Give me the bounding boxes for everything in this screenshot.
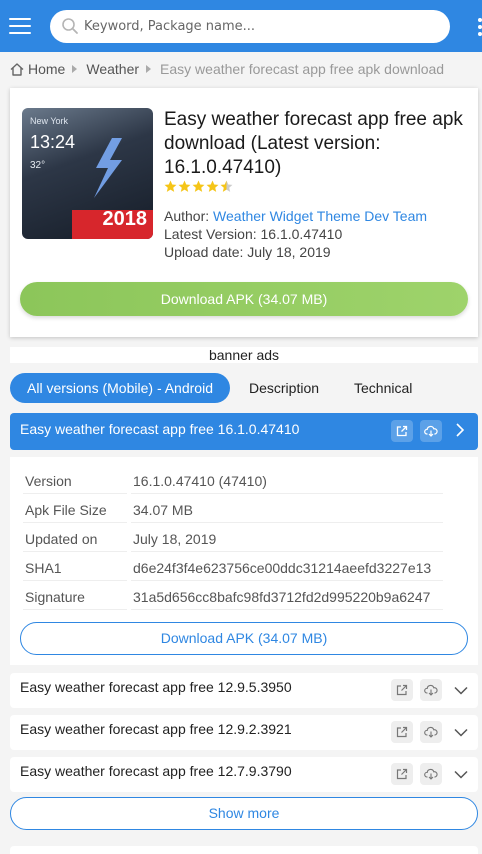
top-bar — [0, 0, 482, 52]
tab-description[interactable]: Description — [249, 373, 319, 403]
version-item-title: Easy weather forecast app free 12.9.2.39… — [20, 721, 292, 737]
breadcrumb-home[interactable]: Home — [28, 61, 65, 77]
current-version-title: Easy weather forecast app free 16.1.0.47… — [20, 421, 300, 437]
divider — [131, 609, 443, 610]
detail-row: Signature 31a5d656cc8bafc98fd3712fd2d9952… — [23, 581, 443, 610]
tab-all-versions[interactable]: All versions (Mobile) - Android — [10, 373, 230, 403]
download-apk-button[interactable]: Download APK (34.07 MB) — [20, 282, 468, 316]
search-input[interactable] — [84, 14, 439, 39]
breadcrumb-current: Easy weather forecast app free apk downl… — [160, 61, 445, 77]
app-icon-year: 2018 — [102, 208, 148, 230]
divider — [23, 609, 127, 610]
current-version-header[interactable]: Easy weather forecast app free 16.1.0.47… — [10, 413, 478, 450]
star-icon — [206, 180, 219, 192]
version-item-title: Easy weather forecast app free 12.9.5.39… — [20, 679, 292, 695]
external-link-icon[interactable] — [391, 721, 413, 743]
lightning-icon — [94, 138, 122, 198]
author-link[interactable]: Weather Widget Theme Dev Team — [213, 208, 427, 224]
detail-row: SHA1 d6e24f3f4e623756ce00ddc31214aeefd322… — [23, 552, 443, 581]
cloud-download-icon[interactable] — [420, 763, 442, 785]
star-icon — [192, 180, 205, 192]
chevron-right-icon[interactable] — [455, 423, 465, 437]
star-icon — [220, 180, 233, 192]
detail-key: Apk File Size — [25, 502, 107, 518]
app-title: Easy weather forecast app free apk downl… — [164, 109, 463, 178]
app-icon-temp: 32° — [30, 160, 46, 171]
breadcrumb-separator — [72, 65, 78, 73]
app-card: New York 13:24 32° 2018 Easy weather for… — [10, 88, 478, 337]
chevron-down-icon[interactable] — [454, 686, 468, 695]
chevron-down-icon[interactable] — [454, 770, 468, 779]
cloud-download-icon[interactable] — [420, 679, 442, 701]
version-details: Download APK (34.07 MB) Version 16.1.0.47… — [10, 457, 478, 665]
detail-value: 16.1.0.47410 (47410) — [133, 473, 267, 489]
next-section-card — [10, 846, 478, 854]
app-icon: New York 13:24 32° 2018 — [22, 108, 153, 239]
detail-key: SHA1 — [25, 560, 62, 576]
external-link-icon[interactable] — [391, 420, 413, 442]
external-link-icon[interactable] — [391, 679, 413, 701]
home-icon — [10, 62, 24, 76]
version-item-title: Easy weather forecast app free 12.7.9.37… — [20, 763, 292, 779]
more-vertical-icon[interactable] — [474, 16, 482, 38]
show-more-button[interactable]: Show more — [10, 797, 478, 830]
breadcrumb-separator — [146, 65, 152, 73]
rating-stars — [164, 180, 233, 193]
detail-value: 34.07 MB — [133, 502, 193, 518]
version-list-item[interactable]: Easy weather forecast app free 12.9.5.39… — [10, 673, 478, 708]
detail-row: Version 16.1.0.47410 (47410) — [23, 465, 443, 494]
download-apk-outline-button[interactable]: Download APK (34.07 MB) — [20, 622, 468, 655]
search-icon — [62, 18, 78, 34]
breadcrumb: Home Weather Easy weather forecast app f… — [10, 60, 444, 78]
star-icon — [178, 180, 191, 192]
version-list-item[interactable]: Easy weather forecast app free 12.9.2.39… — [10, 715, 478, 750]
breadcrumb-category[interactable]: Weather — [86, 61, 139, 77]
star-icon — [164, 180, 177, 192]
tab-technical[interactable]: Technical — [354, 373, 412, 403]
detail-value: July 18, 2019 — [133, 531, 217, 547]
latest-version: Latest Version: 16.1.0.47410 — [164, 226, 343, 242]
cloud-download-icon[interactable] — [420, 721, 442, 743]
app-icon-city: New York — [30, 116, 69, 126]
external-link-icon[interactable] — [391, 763, 413, 785]
detail-row: Updated on July 18, 2019 — [23, 523, 443, 552]
version-list-item[interactable]: Easy weather forecast app free 12.7.9.37… — [10, 757, 478, 792]
upload-date: Upload date: July 18, 2019 — [164, 244, 331, 260]
author-label: Author: — [164, 208, 210, 224]
author-line: Author: Weather Widget Theme Dev Team — [164, 208, 427, 224]
search-box[interactable] — [50, 10, 450, 43]
banner-ads: banner ads — [10, 347, 478, 363]
chevron-down-icon[interactable] — [454, 728, 468, 737]
detail-value: d6e24f3f4e623756ce00ddc31214aeefd3227e13 — [133, 560, 432, 576]
cloud-download-icon[interactable] — [420, 420, 442, 442]
detail-key: Signature — [25, 589, 85, 605]
detail-row: Apk File Size 34.07 MB — [23, 494, 443, 523]
detail-key: Updated on — [25, 531, 98, 547]
menu-icon[interactable] — [9, 16, 31, 36]
detail-key: Version — [25, 473, 72, 489]
app-icon-time: 13:24 — [30, 132, 76, 152]
detail-value: 31a5d656cc8bafc98fd3712fd2d995220b9a6247 — [133, 589, 431, 605]
